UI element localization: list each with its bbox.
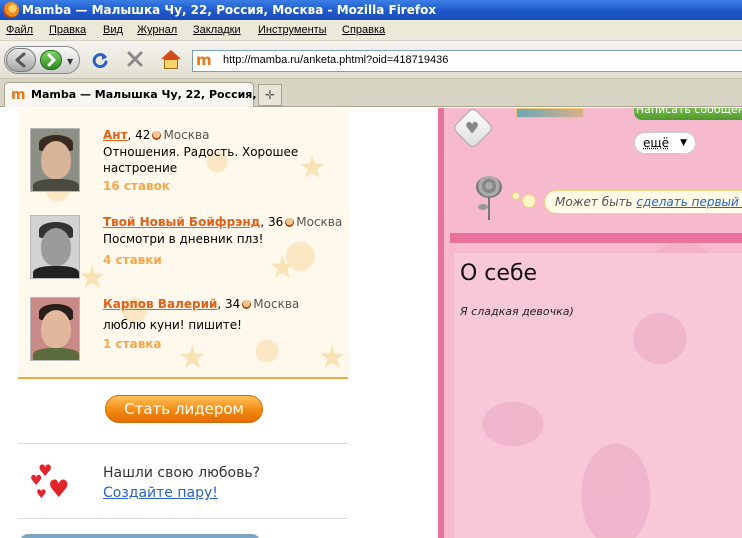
tab-favicon-icon: m	[11, 87, 26, 103]
leader-photo[interactable]	[30, 215, 80, 279]
history-dropdown-icon[interactable]: ▼	[67, 57, 73, 66]
leader-bids: 1 ставка	[103, 337, 162, 351]
menu-tools[interactable]: Инструменты	[258, 24, 327, 36]
leader-name-link[interactable]: Твой Новый Бойфрэнд	[103, 215, 260, 229]
reload-button[interactable]	[90, 51, 110, 71]
menu-bookmarks[interactable]: Закладки	[193, 24, 241, 36]
about-section: О себе Я сладкая девочка)	[454, 253, 742, 538]
profile-photo[interactable]	[516, 108, 584, 118]
leader-age: , 34	[217, 297, 241, 311]
first-step-link[interactable]: сделать первый к	[636, 195, 742, 209]
tab-title: Mamba — Малышка Чу, 22, Россия, ...	[31, 88, 273, 101]
back-arrow-icon	[15, 52, 26, 68]
url-text[interactable]: http://mamba.ru/anketa.phtml?oid=4187194…	[223, 54, 448, 66]
leader-photo[interactable]	[30, 128, 80, 192]
about-text: Я сладкая девочка)	[460, 305, 574, 318]
suggestion-bubble: Может быть сделать первый к	[544, 190, 742, 214]
leader-bids: 16 ставок	[103, 179, 171, 193]
tab-mamba[interactable]: m Mamba — Малышка Чу, 22, Россия, ...	[4, 82, 273, 107]
menu-file[interactable]: Файл	[6, 24, 33, 36]
create-pair-link[interactable]: Создайте пару!	[103, 485, 218, 501]
leader-name-link[interactable]: Карпов Валерий	[103, 297, 217, 311]
heart-icon: ♥	[464, 118, 480, 138]
become-leader-button[interactable]: Стать лидером	[105, 395, 263, 423]
user-mini-icon	[285, 218, 295, 227]
divider	[18, 377, 348, 379]
like-heart-button[interactable]: ♥	[451, 108, 495, 150]
menu-help[interactable]: Справка	[342, 24, 385, 36]
divider	[18, 518, 348, 519]
menu-edit[interactable]: Правка	[49, 24, 86, 36]
url-bar[interactable]: m http://mamba.ru/anketa.phtml?oid=41871…	[192, 50, 742, 72]
leader-city: Москва	[253, 297, 300, 311]
leader-status: люблю куни! пишите!	[103, 318, 242, 332]
bottom-panel-edge	[20, 534, 260, 538]
home-button[interactable]	[160, 50, 182, 70]
back-forward-group: ▼	[4, 46, 80, 74]
divider	[450, 233, 742, 243]
page-content: ★ ★ ★ ★ ★ Ант, 42 Москва Отношения. Радос…	[0, 108, 742, 538]
tab-strip: m Mamba — Малышка Чу, 22, Россия, ... ✛	[0, 79, 742, 107]
leader-age: , 42	[127, 128, 151, 142]
firefox-icon	[3, 2, 19, 18]
menu-bar: Файл Правка Вид Журнал Закладки Инструме…	[0, 20, 742, 41]
about-title: О себе	[460, 261, 538, 286]
browser-window: Mamba — Малышка Чу, 22, Россия, Москва -…	[0, 0, 742, 538]
leader-age: , 36	[260, 215, 284, 229]
menu-history[interactable]: Журнал	[137, 24, 177, 36]
new-tab-button[interactable]: ✛	[258, 84, 282, 106]
home-icon	[161, 50, 181, 59]
menu-view[interactable]: Вид	[103, 24, 123, 36]
forward-arrow-icon	[47, 53, 56, 67]
profile-panel: ♥ Написать сообщени ещё ▼ Может быть сде…	[438, 108, 742, 538]
bubble-text: Может быть	[555, 195, 637, 209]
rose-icon	[472, 176, 506, 222]
profile-header: ♥ Написать сообщени ещё ▼ Может быть сде…	[450, 108, 742, 233]
love-title: Нашли свою любовь?	[103, 465, 261, 481]
write-message-button[interactable]: Написать сообщени	[634, 108, 742, 120]
stop-button[interactable]	[126, 50, 146, 70]
user-mini-icon	[242, 300, 252, 309]
navigation-toolbar: ▼ m http://mamba.ru/anketa.phtml?oid=418…	[0, 41, 742, 79]
leaders-panel: ★ ★ ★ ★ ★ Ант, 42 Москва Отношения. Радос…	[18, 108, 350, 378]
site-favicon-icon: m	[196, 51, 212, 69]
leader-status: Отношения. Радость. Хорошее настроение	[103, 145, 299, 175]
more-dropdown[interactable]: ещё ▼	[634, 132, 696, 154]
user-mini-icon	[152, 131, 162, 140]
leader-name-link[interactable]: Ант	[103, 128, 128, 142]
bubble-dot	[522, 194, 536, 208]
stop-icon	[127, 51, 143, 67]
hearts-icon: ♥ ♥ ♥ ♥	[30, 461, 70, 503]
divider	[18, 443, 348, 444]
leader-photo[interactable]	[30, 297, 80, 361]
leader-city: Москва	[296, 215, 343, 229]
more-label: ещё	[643, 136, 670, 150]
back-button[interactable]	[6, 48, 36, 72]
bubble-dot	[512, 192, 520, 200]
title-bar: Mamba — Малышка Чу, 22, Россия, Москва -…	[0, 0, 742, 20]
leader-bids: 4 ставки	[103, 253, 162, 267]
reload-icon	[92, 53, 108, 69]
leader-city: Москва	[163, 128, 210, 142]
dropdown-arrow-icon: ▼	[680, 138, 687, 148]
forward-button[interactable]	[40, 50, 62, 70]
window-title: Mamba — Малышка Чу, 22, Россия, Москва -…	[22, 3, 437, 17]
leader-status: Посмотри в дневник плз!	[103, 232, 264, 246]
